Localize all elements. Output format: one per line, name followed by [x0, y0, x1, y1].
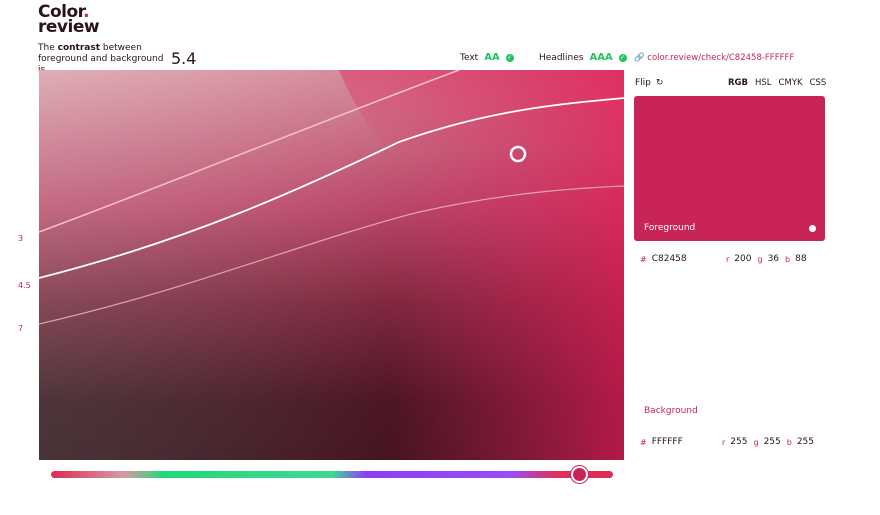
hue-slider[interactable]: [51, 471, 613, 478]
foreground-rgb-fields: r 200 g 36 b 88: [726, 254, 807, 264]
b-label-icon: b: [785, 254, 791, 264]
logo-word-review: review: [38, 17, 100, 37]
contrast-map[interactable]: [39, 70, 624, 460]
background-g[interactable]: 255: [764, 437, 781, 447]
share-url: color.review/check/C82458-FFFFFF: [647, 53, 795, 63]
text-badge-rating: AA: [484, 52, 500, 63]
share-link[interactable]: 🔗 color.review/check/C82458-FFFFFF: [634, 53, 794, 63]
hash-icon: #: [640, 254, 647, 264]
contrast-prefix: The: [38, 43, 58, 53]
headlines-badge: Headlines AAA ✓: [539, 52, 627, 63]
link-icon: 🔗: [634, 53, 645, 63]
text-badge-label: Text: [460, 52, 479, 63]
refresh-icon: ↻: [655, 78, 664, 88]
tab-cmyk[interactable]: CMYK: [779, 78, 803, 88]
background-rgb-fields: r 255 g 255 b 255: [722, 437, 814, 447]
g-label-icon: g: [753, 437, 759, 447]
contrast-bold: contrast: [57, 43, 101, 53]
r-label-icon: r: [722, 437, 726, 447]
contrast-canvas[interactable]: [39, 70, 624, 460]
background-b[interactable]: 255: [797, 437, 814, 447]
background-hex[interactable]: FFFFFF: [652, 437, 683, 447]
foreground-b[interactable]: 88: [795, 254, 806, 264]
color-mode-tabs: RGB HSL CMYK CSS: [728, 78, 826, 88]
foreground-hex-field[interactable]: # C82458: [640, 254, 687, 264]
hash-icon: #: [640, 437, 647, 447]
foreground-g[interactable]: 36: [768, 254, 779, 264]
tab-css[interactable]: CSS: [810, 78, 827, 88]
flip-button[interactable]: Flip ↻: [635, 78, 663, 88]
background-hex-field[interactable]: # FFFFFF: [640, 437, 683, 447]
flip-label: Flip: [635, 78, 651, 88]
text-badge: Text AA ✓: [460, 52, 514, 63]
tab-rgb[interactable]: RGB: [728, 78, 748, 88]
headlines-badge-label: Headlines: [539, 52, 584, 63]
foreground-label: Foreground: [644, 223, 696, 233]
foreground-r[interactable]: 200: [734, 254, 751, 264]
background-label: Background: [644, 406, 698, 416]
foreground-hex[interactable]: C82458: [652, 254, 687, 264]
y-label-4-5: 4.5: [18, 281, 31, 290]
pass-check-icon: ✓: [505, 53, 514, 62]
b-label-icon: b: [786, 437, 792, 447]
tab-hsl[interactable]: HSL: [755, 78, 772, 88]
hue-slider-handle[interactable]: [570, 466, 588, 483]
y-label-3: 3: [18, 234, 24, 243]
contrast-ratio: 5.4: [171, 49, 197, 68]
r-label-icon: r: [726, 254, 730, 264]
pass-check-icon: ✓: [618, 53, 627, 62]
background-r[interactable]: 255: [730, 437, 747, 447]
logo[interactable]: Color. review: [38, 4, 100, 37]
foreground-indicator-icon: [809, 225, 816, 232]
g-label-icon: g: [757, 254, 763, 264]
foreground-swatch[interactable]: Foreground: [634, 96, 825, 241]
headlines-badge-rating: AAA: [589, 52, 613, 63]
y-label-7: 7: [18, 324, 24, 333]
